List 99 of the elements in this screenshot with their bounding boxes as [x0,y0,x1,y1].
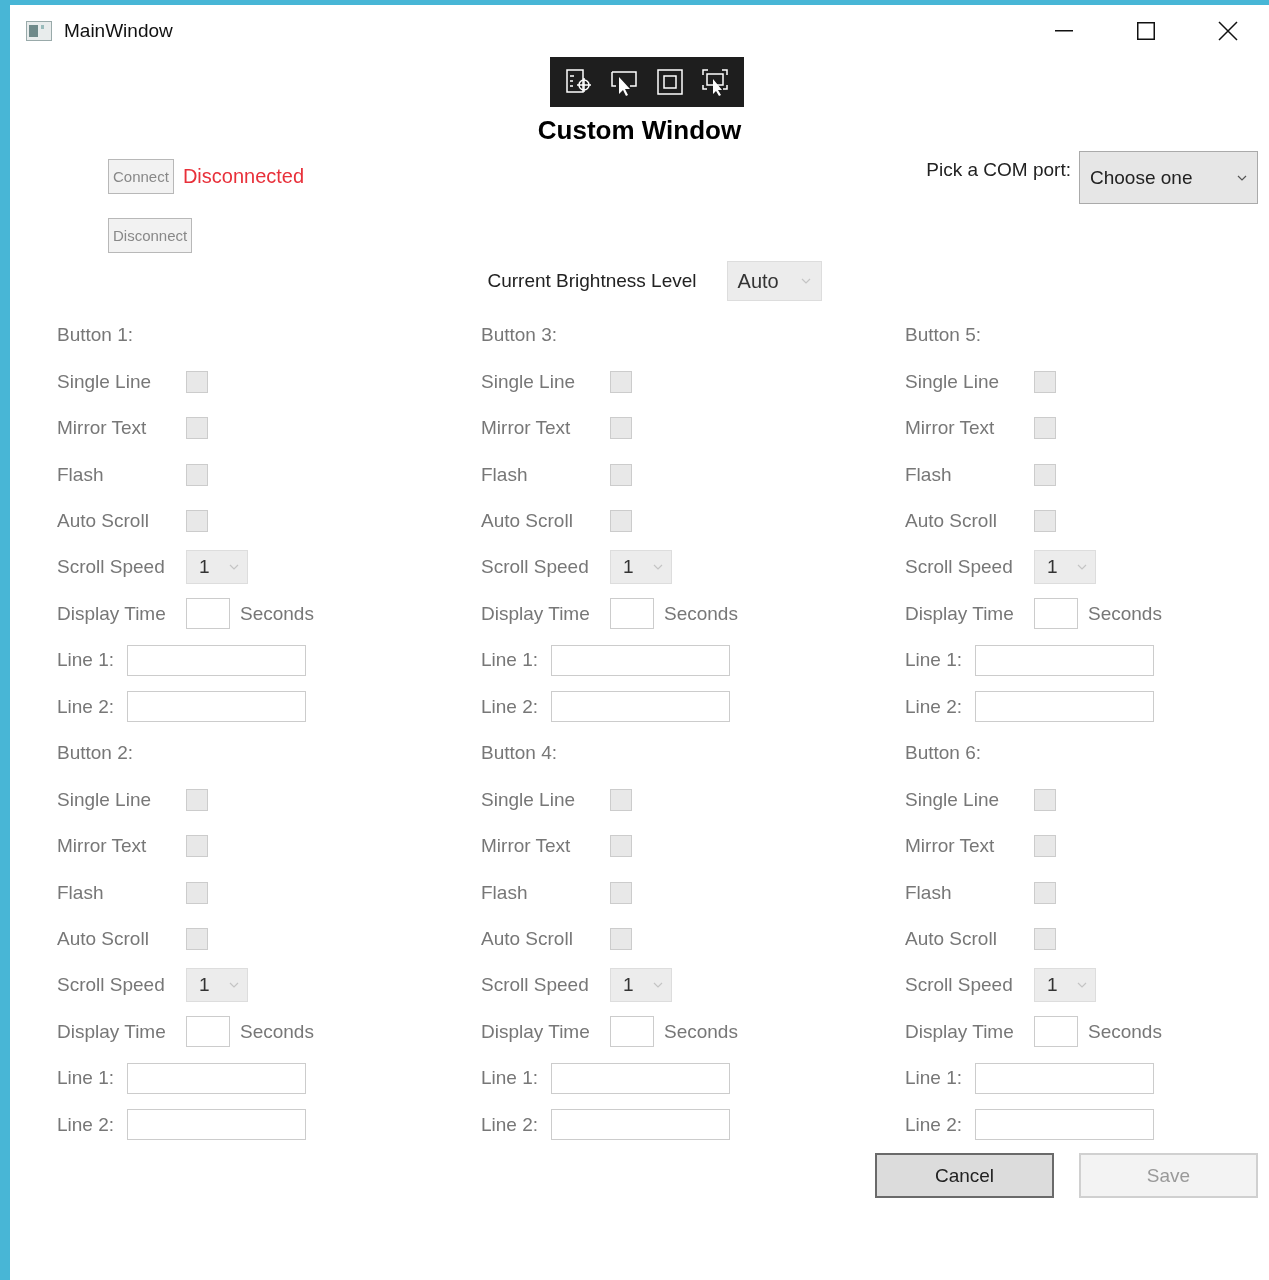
field-label: Display Time [481,602,591,625]
field-label: Line 2: [905,695,964,718]
group-title: Button 3: [481,324,558,347]
minimize-icon [1055,30,1073,32]
input-field[interactable] [186,598,230,630]
field-label: Scroll Speed [905,556,1014,579]
field-label: Display Time [57,602,167,625]
option-label: Flash [57,881,105,904]
field-label: Line 1: [57,1067,116,1090]
option-label: Flash [905,881,953,904]
field-label: Display Time [905,602,1015,625]
field-label: Scroll Speed [481,556,590,579]
option-label: Flash [481,463,529,486]
field-label: Line 2: [57,695,116,718]
input-field[interactable] [1034,598,1078,630]
option-label: Auto Scroll [905,927,998,950]
input-field[interactable] [127,1109,306,1141]
option-label: Single Line [57,788,153,811]
input-field[interactable] [551,1062,730,1094]
field-label: Line 1: [905,649,964,672]
option-label: Auto Scroll [57,509,150,532]
input-field[interactable] [975,644,1154,676]
input-field[interactable] [975,691,1154,723]
unit-label: Seconds [240,1020,314,1043]
option-label: Mirror Text [57,835,148,858]
unit-label: Seconds [664,602,738,625]
option-label: Mirror Text [905,835,996,858]
input-field[interactable] [551,644,730,676]
window-title: MainWindow [64,20,174,42]
input-field[interactable] [610,598,654,630]
field-label: Line 1: [905,1067,964,1090]
option-label: Single Line [481,370,577,393]
field-label: Scroll Speed [481,974,590,997]
option-label: Single Line [57,370,153,393]
chevron-icon [1237,174,1247,181]
option-label: Mirror Text [905,417,996,440]
field-label: Display Time [481,1020,591,1043]
option-label: Flash [481,881,529,904]
option-label: Mirror Text [481,835,572,858]
option-label: Single Line [905,788,1001,811]
option-label: Auto Scroll [905,509,998,532]
field-label: Scroll Speed [57,556,166,579]
cancel-button[interactable]: Cancel [875,1153,1054,1198]
field-label: Line 2: [57,1113,116,1136]
app-icon [26,21,52,41]
option-label: Mirror Text [481,417,572,440]
field-label: Line 2: [905,1113,964,1136]
field-label: Line 1: [57,649,116,672]
chevron-icon [653,982,663,989]
group-title: Button 4: [481,742,558,765]
unit-label: Seconds [240,602,314,625]
group-title: Button 5: [905,324,982,347]
input-field[interactable] [610,1016,654,1048]
chevron-icon [1077,564,1087,571]
group-title: Button 6: [905,742,982,765]
option-label: Flash [905,463,953,486]
option-label: Auto Scroll [481,927,574,950]
option-label: Auto Scroll [57,927,150,950]
close-icon [1218,21,1238,41]
field-label: Scroll Speed [905,974,1014,997]
chevron-icon [229,564,239,571]
option-label: Single Line [905,370,1001,393]
input-field[interactable] [1034,1016,1078,1048]
brightness-label: Current Brightness Level [487,270,697,292]
chevron-icon [800,278,811,284]
option-label: Flash [57,463,105,486]
input-field[interactable] [975,1062,1154,1094]
unit-label: Seconds [1088,1020,1162,1043]
field-label: Display Time [57,1020,167,1043]
unit-label: Seconds [1088,602,1162,625]
input-field[interactable] [975,1109,1154,1141]
connection-status: Disconnected [182,165,305,188]
field-label: Display Time [905,1020,1015,1043]
com-port-dropdown[interactable]: Choose one [1079,151,1258,204]
maximize-icon [1137,22,1155,40]
com-port-label: Pick a COM port: [926,158,1071,181]
option-label: Auto Scroll [481,509,574,532]
input-field[interactable] [127,644,306,676]
field-label: Line 2: [481,1113,540,1136]
input-field[interactable] [186,1016,230,1048]
group-title: Button 2: [57,742,134,765]
input-field[interactable] [551,691,730,723]
chevron-icon [653,564,663,571]
chevron-icon [229,982,239,989]
input-field[interactable] [127,691,306,723]
field-label: Line 1: [481,649,540,672]
input-field[interactable] [551,1109,730,1141]
option-label: Single Line [481,788,577,811]
field-label: Line 1: [481,1067,540,1090]
select-area-icon[interactable] [700,67,731,97]
group-title: Button 1: [57,324,134,347]
chevron-icon [1077,982,1087,989]
input-field[interactable] [127,1062,306,1094]
field-label: Line 2: [481,695,540,718]
field-label: Scroll Speed [57,974,166,997]
frame-icon[interactable] [654,67,685,97]
page-heading: Custom Window [536,115,743,147]
option-label: Mirror Text [57,417,148,440]
unit-label: Seconds [664,1020,738,1043]
